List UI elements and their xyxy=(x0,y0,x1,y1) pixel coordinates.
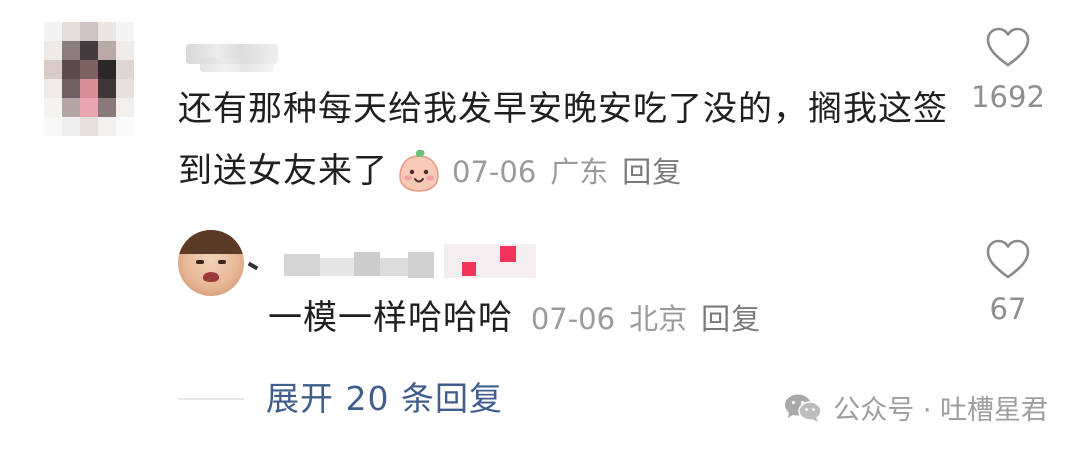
wechat-icon xyxy=(785,394,822,422)
peach-face-emoji-icon xyxy=(399,149,439,192)
like-button[interactable]: 1692 xyxy=(958,26,1058,114)
comment-date: 07-06 xyxy=(452,155,537,189)
reply-username-blurred[interactable] xyxy=(247,252,438,278)
reply-button[interactable]: 回复 xyxy=(622,155,682,189)
reply-location: 北京 xyxy=(629,302,688,336)
reply-date: 07-06 xyxy=(530,302,616,336)
divider xyxy=(178,398,244,400)
watermark-text: 公众号 · 吐槽星君 xyxy=(833,395,1048,426)
comment-thread: 还有那种每天给我发早安晚安吃了没的，搁我这签到送女友来了 07-06 广东 回复 1… xyxy=(0,0,1080,452)
expand-replies-button[interactable]: 展开 20 条回复 xyxy=(266,372,503,420)
reply-text: 一模一样哈哈哈 xyxy=(268,298,513,338)
reply-like-count: 67 xyxy=(989,292,1027,326)
reply-avatar[interactable] xyxy=(178,230,244,296)
comment-location: 广东 xyxy=(550,155,609,189)
watermark: 公众号 · 吐槽星君 xyxy=(783,388,1048,427)
heart-icon[interactable] xyxy=(985,238,1031,280)
avatar[interactable] xyxy=(44,22,134,136)
comment-body: 还有那种每天给我发早安晚安吃了没的，搁我这签到送女友来了 07-06 广东 回复 xyxy=(178,78,948,203)
heart-icon[interactable] xyxy=(985,26,1031,68)
reply-badge-blurred xyxy=(444,244,536,278)
reply-reply-button[interactable]: 回复 xyxy=(701,302,761,336)
like-count: 1692 xyxy=(971,80,1045,114)
reply-like-button[interactable]: 67 xyxy=(958,238,1058,326)
username-blurred-part xyxy=(200,58,274,72)
reply-body: 一模一样哈哈哈 07-06 北京 回复 xyxy=(268,290,948,347)
